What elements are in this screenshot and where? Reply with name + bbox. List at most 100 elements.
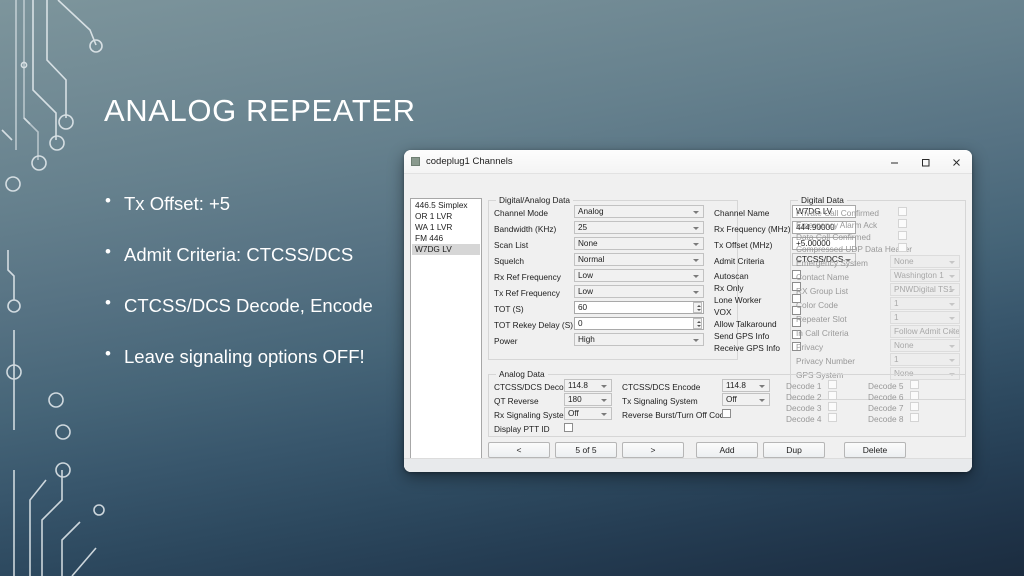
- field-label: RX Group List: [796, 286, 849, 296]
- checkbox-decode-4: Decode 4: [786, 412, 822, 426]
- checkbox-receive-gps-info[interactable]: Receive GPS Info: [714, 341, 780, 355]
- tx-ref-frequency-select[interactable]: Low: [574, 285, 704, 298]
- checkbox-label: Display PTT ID: [494, 424, 550, 434]
- qt-reverse-select[interactable]: 180: [564, 393, 612, 406]
- field-label: Rx Signaling System: [494, 410, 571, 420]
- field-label: Scan List: [494, 240, 529, 250]
- field-label: Color Code: [796, 300, 838, 310]
- field-tx-ref-frequency: Tx Ref Frequency: [494, 286, 560, 300]
- maximize-icon[interactable]: [910, 150, 941, 174]
- field-label: In Call Criteria: [796, 328, 849, 338]
- tot-rekey-delay-stepper[interactable]: 0: [574, 317, 704, 330]
- field-bandwidth: Bandwidth (KHz): [494, 222, 556, 236]
- presentation-slide: ANALOG REPEATER Tx Offset: +5 Admit Crit…: [0, 0, 1024, 576]
- squelch-select[interactable]: Normal: [574, 253, 704, 266]
- checkbox-label: Decode 4: [786, 414, 822, 424]
- dup-button[interactable]: Dup: [763, 442, 825, 458]
- rx-ref-frequency-select[interactable]: Low: [574, 269, 704, 282]
- checkbox-compressed-udp-data-header: Compressed UDP Data Header: [796, 242, 912, 256]
- display-ptt-id-checkbox[interactable]: [564, 423, 573, 432]
- checkbox-label: Allow Talkaround: [714, 319, 777, 329]
- window-content: 446.5 Simplex OR 1 LVR WA 1 LVR FM 446 W…: [404, 174, 972, 472]
- window-control-buttons[interactable]: [879, 150, 972, 174]
- rx-group-list-select: PNWDigital TS1: [890, 283, 960, 296]
- field-repeater-slot: Repeater Slot: [796, 312, 847, 326]
- list-item[interactable]: WA 1 LVR: [412, 222, 480, 233]
- field-label: Repeater Slot: [796, 314, 847, 324]
- field-label: Channel Name: [714, 208, 770, 218]
- field-label: QT Reverse: [494, 396, 539, 406]
- list-item[interactable]: FM 446: [412, 233, 480, 244]
- rx-signaling-system-select[interactable]: Off: [564, 407, 612, 420]
- decode-6-checkbox: [910, 391, 919, 400]
- bullet-list: Tx Offset: +5 Admit Criteria: CTCSS/DCS …: [104, 191, 434, 397]
- tot-rekey-value: 0: [578, 319, 583, 328]
- field-power: Power: [494, 334, 518, 348]
- scan-list-select[interactable]: None: [574, 237, 704, 250]
- stepper-arrows[interactable]: [693, 318, 702, 329]
- checkbox-label: Emergency Alarm Ack: [796, 220, 878, 230]
- checkbox-label: Decode 8: [868, 414, 904, 424]
- tx-signaling-system-select[interactable]: Off: [722, 393, 770, 406]
- field-label: Power: [494, 336, 518, 346]
- data-call-confirmed-checkbox: [898, 231, 907, 240]
- color-code-select: 1: [890, 297, 960, 310]
- field-label: Privacy: [796, 342, 824, 352]
- previous-channel-button[interactable]: <: [488, 442, 550, 458]
- window-titlebar[interactable]: codeplug1 Channels: [404, 150, 972, 174]
- tot-value: 60: [578, 303, 588, 312]
- checkbox-label: Compressed UDP Data Header: [796, 244, 913, 254]
- stepper-arrows[interactable]: [693, 302, 702, 313]
- list-item[interactable]: 446.5 Simplex: [412, 200, 480, 211]
- field-in-call-criteria: In Call Criteria: [796, 326, 849, 340]
- minimize-icon[interactable]: [879, 150, 910, 174]
- field-channel-name: Channel Name: [714, 206, 769, 220]
- window-status-bar: [404, 458, 972, 472]
- power-select[interactable]: High: [574, 333, 704, 346]
- bullet-item: CTCSS/DCS Decode, Encode: [104, 293, 434, 317]
- close-icon[interactable]: [941, 150, 972, 174]
- field-label: Tx Signaling System: [622, 396, 698, 406]
- bandwidth-select[interactable]: 25: [574, 221, 704, 234]
- application-icon: [411, 157, 420, 166]
- field-rx-signaling-system: Rx Signaling System: [494, 408, 571, 422]
- field-label: Rx Frequency (MHz): [714, 224, 791, 234]
- channel-counter: 5 of 5: [555, 442, 617, 458]
- bullet-item: Leave signaling options OFF!: [104, 344, 434, 368]
- field-label: TOT Rekey Delay (S): [494, 320, 573, 330]
- tot-stepper[interactable]: 60: [574, 301, 704, 314]
- reverse-burst-checkbox[interactable]: [722, 409, 731, 418]
- field-display-ptt-id[interactable]: Display PTT ID: [494, 422, 550, 436]
- next-channel-button[interactable]: >: [622, 442, 684, 458]
- field-tx-signaling-system: Tx Signaling System: [622, 394, 698, 408]
- checkbox-label: VOX: [714, 307, 732, 317]
- privacy-select: None: [890, 339, 960, 352]
- codeplug-channels-window[interactable]: codeplug1 Channels 446.5 Simplex OR 1 LV…: [404, 150, 972, 472]
- field-reverse-burst[interactable]: Reverse Burst/Turn Off Code: [622, 408, 729, 422]
- ctcss-dcs-encode-select[interactable]: 114.8: [722, 379, 770, 392]
- channel-list[interactable]: 446.5 Simplex OR 1 LVR WA 1 LVR FM 446 W…: [410, 198, 482, 463]
- add-button[interactable]: Add: [696, 442, 758, 458]
- group-legend: Digital/Analog Data: [496, 195, 574, 205]
- privacy-number-select: 1: [890, 353, 960, 366]
- field-emergency-system: Emergency System: [796, 256, 868, 270]
- field-color-code: Color Code: [796, 298, 838, 312]
- list-item[interactable]: OR 1 LVR: [412, 211, 480, 222]
- decode-5-checkbox: [910, 380, 919, 389]
- delete-button[interactable]: Delete: [844, 442, 906, 458]
- field-qt-reverse: QT Reverse: [494, 394, 539, 408]
- page-title: ANALOG REPEATER: [104, 93, 416, 128]
- field-contact-name: Contact Name: [796, 270, 849, 284]
- checkbox-label: Data Call Confirmed: [796, 232, 871, 242]
- decode-2-checkbox: [828, 391, 837, 400]
- field-label: Contact Name: [796, 272, 850, 282]
- field-label: Rx Ref Frequency: [494, 272, 561, 282]
- list-item-selected[interactable]: W7DG LV: [412, 244, 480, 255]
- emergency-system-select: None: [890, 255, 960, 268]
- field-admit-criteria: Admit Criteria: [714, 254, 764, 268]
- ctcss-dcs-decode-select[interactable]: 114.8: [564, 379, 612, 392]
- field-privacy: Privacy: [796, 340, 823, 354]
- field-tot-rekey-delay: TOT Rekey Delay (S): [494, 318, 573, 332]
- checkbox-label: Private Call Confirmed: [796, 208, 879, 218]
- channel-mode-select[interactable]: Analog: [574, 205, 704, 218]
